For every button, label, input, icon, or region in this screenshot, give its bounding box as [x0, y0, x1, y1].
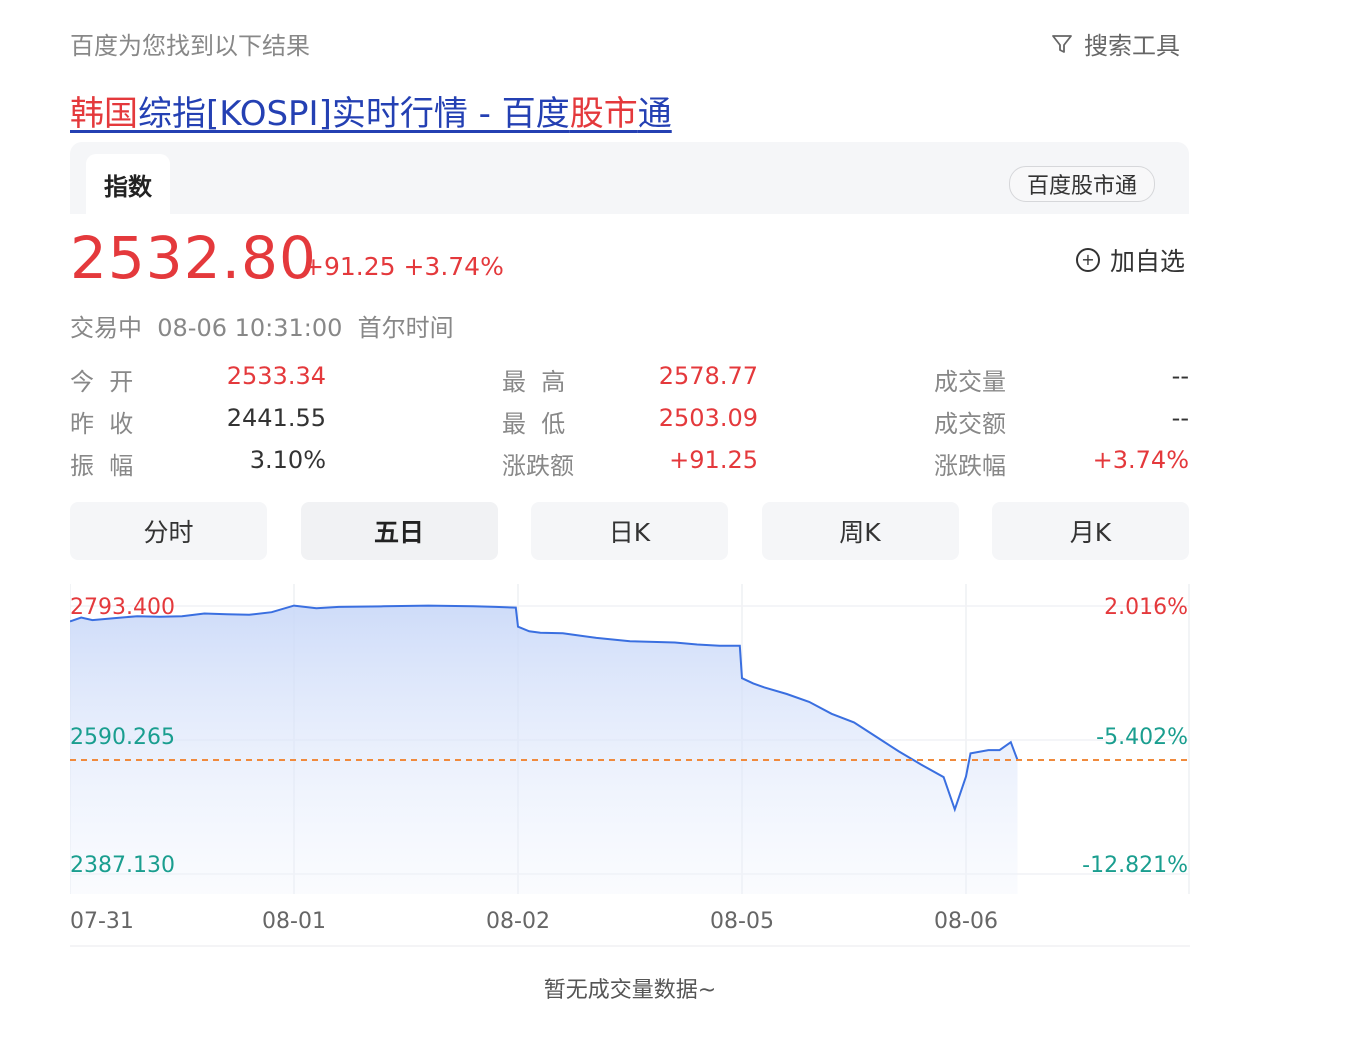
y-tick-label-left: 2387.130	[70, 853, 175, 878]
filter-icon	[1052, 34, 1072, 53]
x-tick-label: 08-01	[262, 909, 326, 934]
x-tick-label: 07-31	[70, 909, 134, 934]
stat-label-low: 最 低	[502, 410, 566, 438]
stat-value-prev-close: 2441.55	[226, 404, 326, 432]
five-day-chart[interactable]: 2793.400 2590.265 2387.130 2.016% -5.402% -12…	[70, 584, 1190, 954]
x-tick-label: 08-02	[486, 909, 550, 934]
x-tick-label: 08-05	[710, 909, 774, 934]
y-tick-label-right: 2.016%	[1104, 595, 1188, 620]
period-tab-intraday[interactable]: 分时	[70, 502, 267, 560]
stat-label-amplitude: 振 幅	[70, 452, 134, 480]
no-volume-note: 暂无成交量数据~	[543, 978, 717, 1003]
trading-status: 交易中 08-06 10:31:00 首尔时间	[70, 314, 454, 342]
stat-value-change-percent: +3.74%	[1092, 446, 1189, 474]
plus-circle-icon: +	[1076, 248, 1100, 272]
stat-value-high: 2578.77	[658, 362, 758, 390]
y-tick-label-right: -5.402%	[1096, 725, 1188, 750]
stat-value-open: 2533.34	[226, 362, 326, 390]
period-tab-monthly-k[interactable]: 月K	[992, 502, 1189, 560]
period-tab-weekly-k[interactable]: 周K	[761, 502, 959, 560]
tab-index[interactable]: 指数	[86, 154, 170, 214]
stat-label-high: 最 高	[502, 368, 566, 396]
stat-label-open: 今 开	[70, 368, 134, 396]
x-tick-label: 08-06	[934, 909, 998, 934]
y-tick-label-left: 2793.400	[70, 595, 175, 620]
price-area-fill	[70, 605, 1018, 894]
brand-link-button[interactable]: 百度股市通	[1009, 166, 1155, 202]
add-watch-label: 加自选	[1110, 247, 1186, 276]
stat-value-volume: --	[1171, 362, 1189, 390]
period-tab-five-day[interactable]: 五日	[300, 502, 498, 560]
y-tick-label-left: 2590.265	[70, 725, 175, 750]
result-count-note: 百度为您找到以下结果	[70, 32, 310, 60]
search-tools-button[interactable]: 搜索工具	[1050, 26, 1180, 61]
search-tools-label: 搜索工具	[1084, 32, 1180, 60]
y-tick-label-right: -12.821%	[1082, 853, 1188, 878]
stat-label-prev-close: 昨 收	[70, 410, 134, 438]
stat-value-amplitude: 3.10%	[249, 446, 326, 474]
stat-value-change-amount: +91.25	[669, 446, 758, 474]
title-highlight-korea: 韩国	[70, 94, 138, 134]
title-text-end: 通	[637, 94, 672, 134]
period-tab-daily-k[interactable]: 日K	[531, 502, 728, 560]
price-change: +91.25 +3.74%	[303, 252, 504, 281]
title-text: 综指[KOSPI]实时行情 - 百度	[138, 94, 570, 134]
title-highlight-stock: 股市	[569, 94, 638, 134]
stat-value-low: 2503.09	[658, 404, 758, 432]
add-to-watchlist-button[interactable]: + 加自选	[1076, 242, 1185, 278]
stat-value-turnover: --	[1171, 404, 1189, 432]
period-tabs: 分时 五日 日K 周K 月K	[70, 502, 1189, 562]
current-price: 2532.80	[70, 224, 317, 292]
result-title-link[interactable]: 韩国综指[KOSPI]实时行情 - 百度股市通	[70, 86, 672, 135]
